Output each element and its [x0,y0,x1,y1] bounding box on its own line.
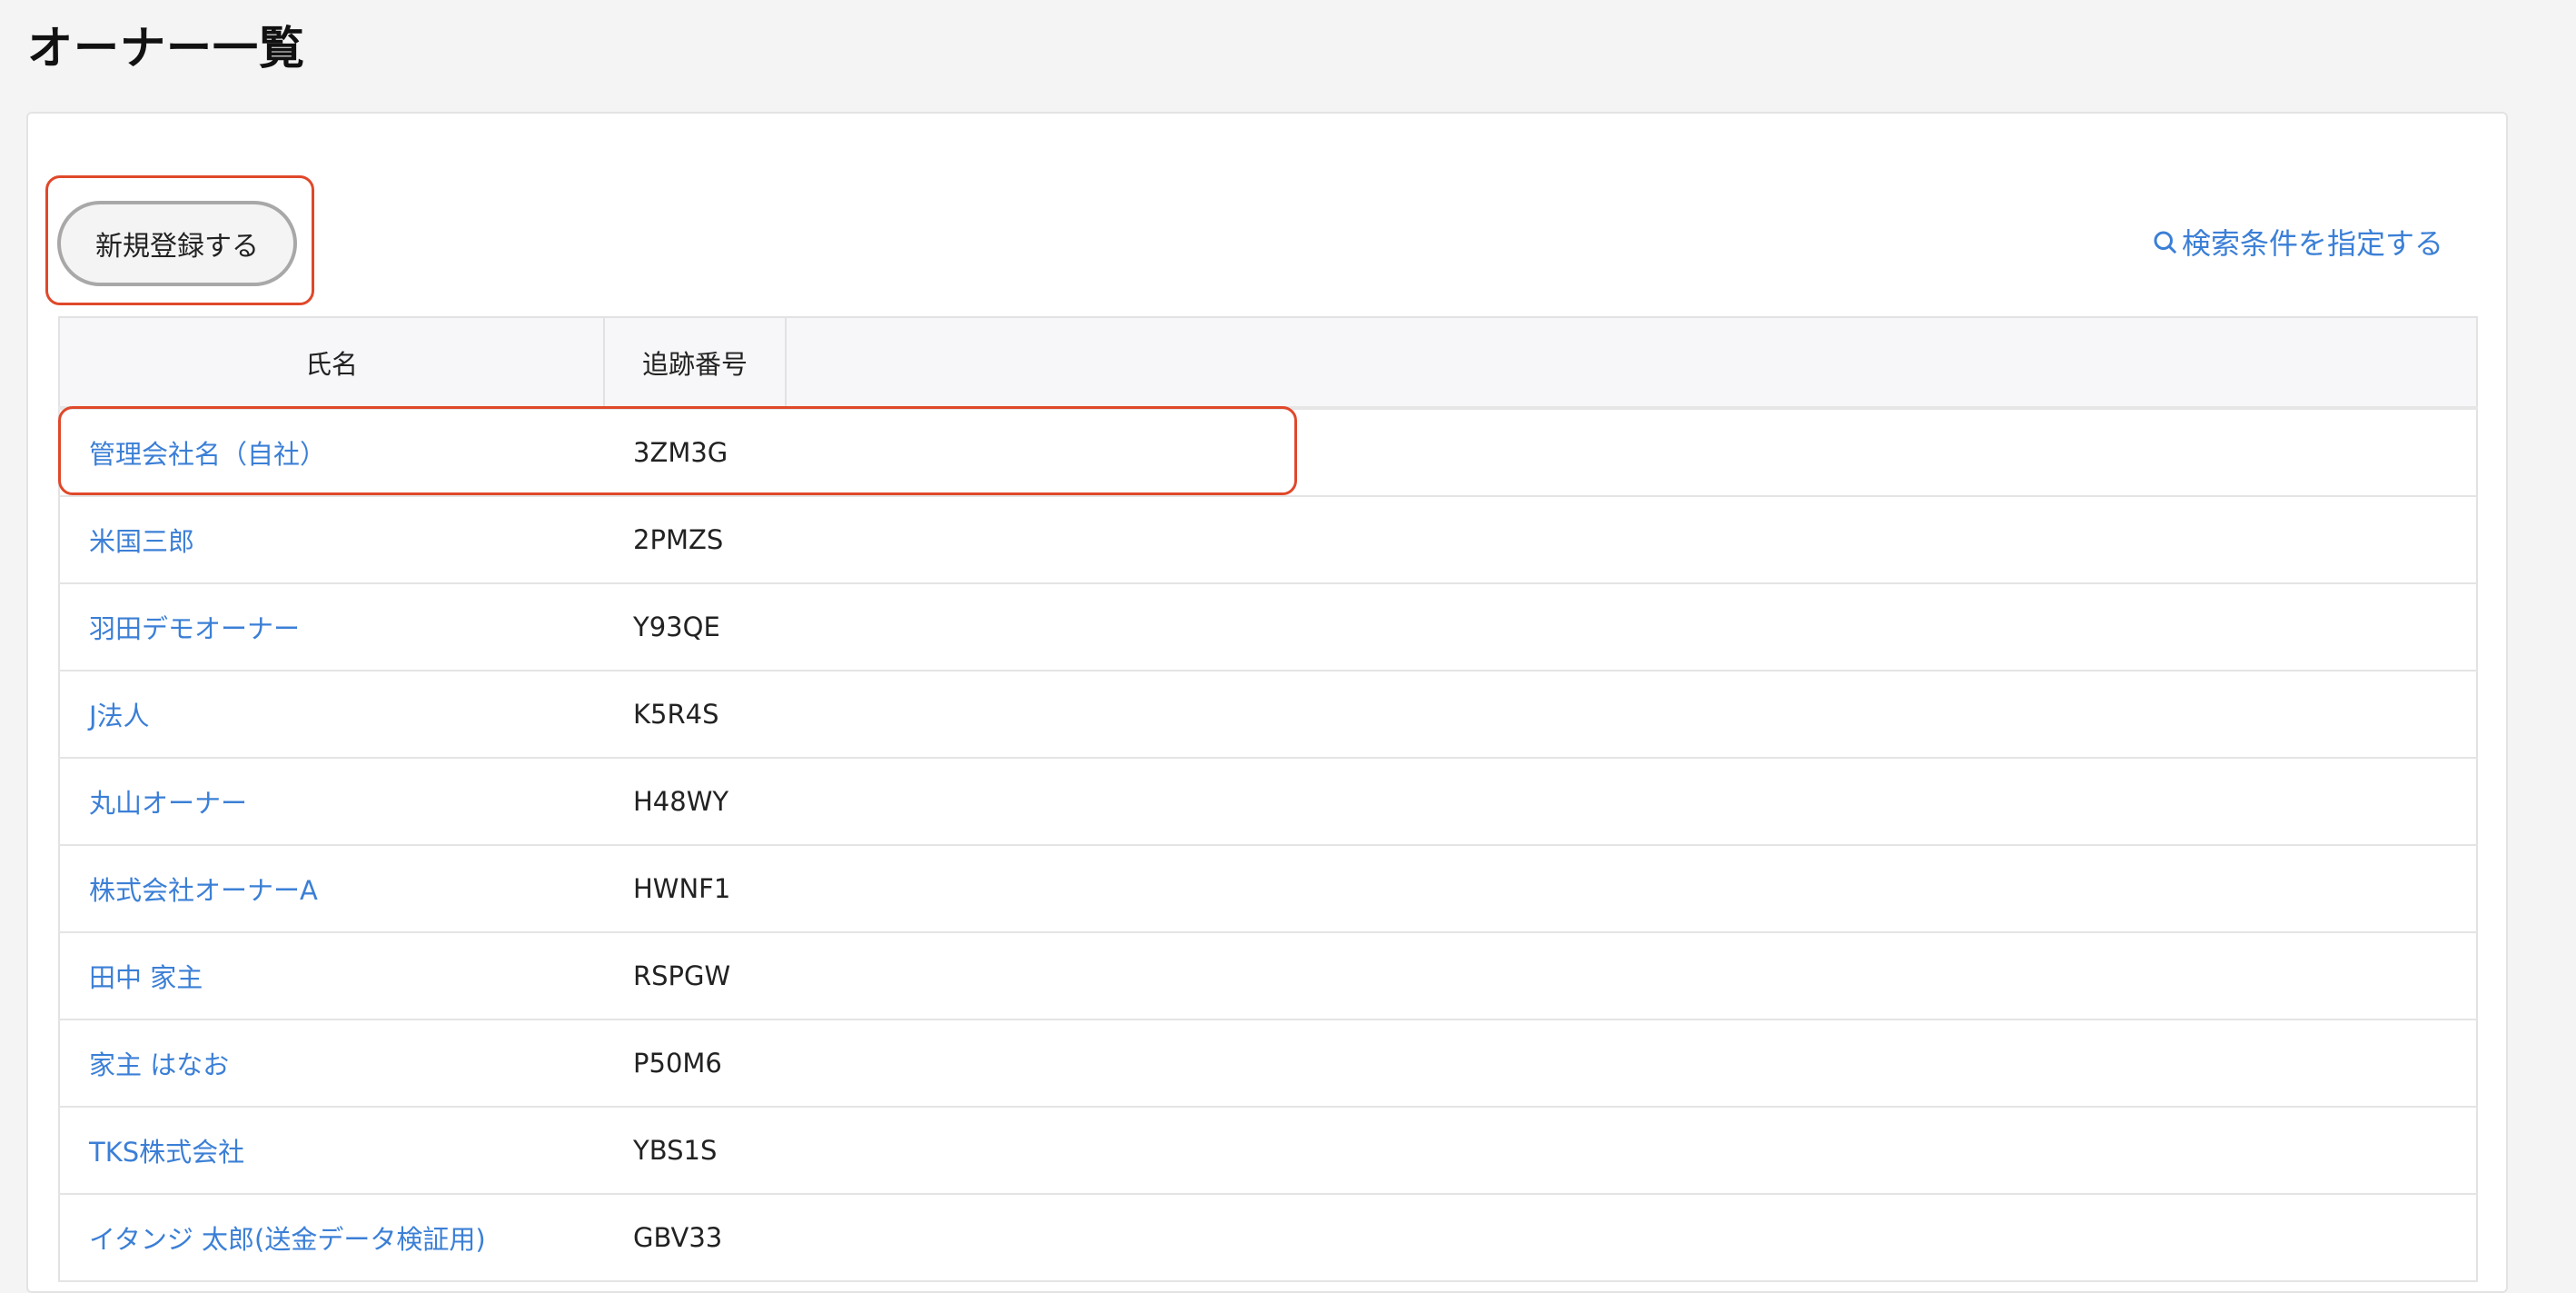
owner-name-link[interactable]: 丸山オーナー [89,788,247,819]
tracking-number: 2PMZS [604,496,786,584]
table-row: TKS株式会社 YBS1S [58,1107,2478,1195]
table-row: 米国三郎 2PMZS [58,496,2478,584]
owner-name-cell: 米国三郎 [58,496,604,584]
tracking-number: Y93QE [604,583,786,671]
owner-name-link[interactable]: J法人 [89,701,150,731]
empty-cell [786,845,2478,933]
tracking-number: P50M6 [604,1019,786,1108]
tracking-number: 3ZM3G [604,408,786,497]
search-conditions-label: 検索条件を指定する [2182,226,2444,261]
tracking-number: K5R4S [604,671,786,759]
table-row: 株式会社オーナーA HWNF1 [58,845,2478,933]
column-header-empty [786,316,2478,410]
table-row: 田中 家主 RSPGW [58,932,2478,1020]
owner-name-link[interactable]: 米国三郎 [89,526,194,557]
tracking-number: H48WY [604,758,786,846]
owner-name-cell: 羽田デモオーナー [58,583,604,671]
owner-table: 氏名 追跡番号 管理会社名（自社） 3ZM3G 米国三郎 2PMZS 羽田デモオ… [58,316,2478,1282]
table-row: イタンジ 太郎(送金データ検証用) GBV33 [58,1194,2478,1282]
empty-cell [786,1194,2478,1282]
table-row: 丸山オーナー H48WY [58,758,2478,846]
empty-cell [786,1107,2478,1195]
empty-cell [786,408,2478,497]
owner-name-cell: 管理会社名（自社） [58,408,604,497]
owner-name-link[interactable]: 管理会社名（自社） [89,439,326,470]
page-title: オーナー一覧 [27,22,305,75]
tracking-number: GBV33 [604,1194,786,1282]
owner-name-link[interactable]: 田中 家主 [89,962,203,993]
search-conditions-link[interactable]: 検索条件を指定する [2151,218,2443,265]
tracking-number: RSPGW [604,932,786,1020]
page-margin [2509,0,2576,1243]
table-row: 羽田デモオーナー Y93QE [58,583,2478,671]
empty-cell [786,932,2478,1020]
owner-name-cell: 丸山オーナー [58,758,604,846]
owner-name-cell: TKS株式会社 [58,1107,604,1195]
table-row: 家主 はなお P50M6 [58,1019,2478,1108]
tracking-number: HWNF1 [604,845,786,933]
empty-cell [786,1019,2478,1108]
owner-name-link[interactable]: 株式会社オーナーA [89,875,318,906]
register-new-button[interactable]: 新規登録する [57,201,297,286]
owner-name-cell: 株式会社オーナーA [58,845,604,933]
owner-name-cell: イタンジ 太郎(送金データ検証用) [58,1194,604,1282]
owner-name-cell: 田中 家主 [58,932,604,1020]
owner-name-cell: J法人 [58,671,604,759]
table-header-row: 氏名 追跡番号 [58,316,2478,410]
empty-cell [786,758,2478,846]
owner-name-link[interactable]: 家主 はなお [89,1049,229,1080]
search-icon [2154,231,2176,254]
empty-cell [786,583,2478,671]
tracking-number: YBS1S [604,1107,786,1195]
empty-cell [786,671,2478,759]
owner-name-link[interactable]: TKS株式会社 [89,1137,244,1168]
owner-name-link[interactable]: イタンジ 太郎(送金データ検証用) [89,1224,486,1255]
owner-name-cell: 家主 はなお [58,1019,604,1108]
table-row: 管理会社名（自社） 3ZM3G [58,408,2478,497]
column-header-tracking: 追跡番号 [604,316,787,410]
owner-name-link[interactable]: 羽田デモオーナー [89,613,300,644]
table-row: J法人 K5R4S [58,671,2478,759]
column-header-name: 氏名 [58,316,605,410]
empty-cell [786,496,2478,584]
